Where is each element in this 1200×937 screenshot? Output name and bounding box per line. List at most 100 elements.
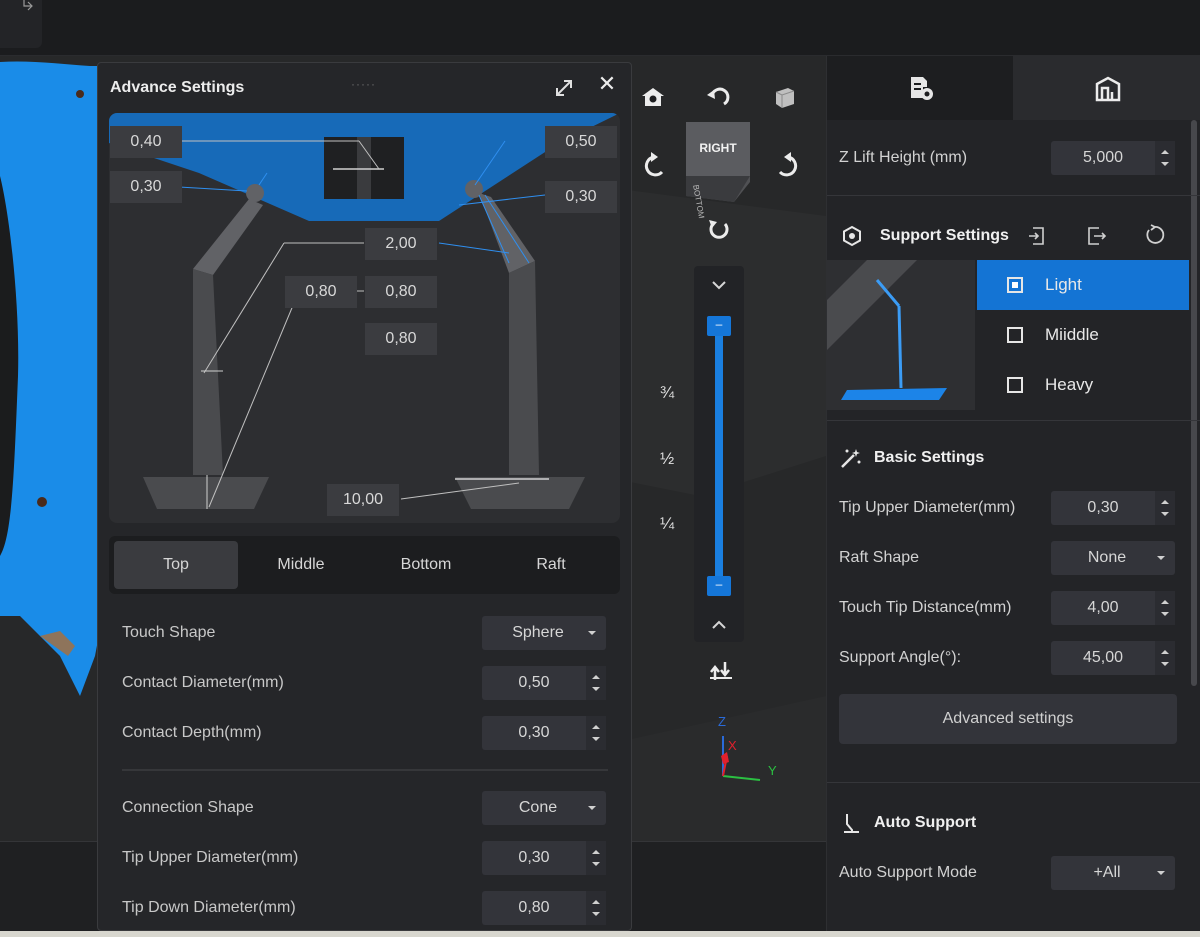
- tab-top[interactable]: Top: [114, 541, 238, 589]
- tab-file-settings[interactable]: [827, 56, 1013, 120]
- auto-support-mode-value: +All: [1093, 864, 1121, 881]
- base-value[interactable]: 10,00: [327, 484, 399, 516]
- mid-left-value[interactable]: 0,80: [285, 276, 357, 308]
- chevron-down-icon: [1157, 556, 1165, 560]
- support-angle-label: Support Angle(°):: [839, 649, 962, 666]
- support-structure-drawing: [109, 113, 620, 509]
- toolbar-corner-button[interactable]: [0, 0, 42, 48]
- rotate-right-icon[interactable]: [772, 150, 802, 180]
- import-icon[interactable]: [1025, 224, 1047, 246]
- support-angle-spinbox[interactable]: 45,00: [1051, 641, 1175, 675]
- right-settings-panel: Z Lift Height (mm) 5,000 Support Setting…: [826, 56, 1200, 931]
- middle-diameter-value[interactable]: 2,00: [365, 228, 437, 260]
- panel-title: Advance Settings: [110, 79, 245, 96]
- tab-bottom[interactable]: Bottom: [364, 541, 488, 589]
- chevron-down-icon[interactable]: [711, 280, 727, 290]
- contact-depth-value[interactable]: 0,30: [482, 716, 586, 750]
- contact-right-value[interactable]: 0,30: [545, 181, 617, 213]
- slider-top-handle[interactable]: –: [707, 316, 731, 336]
- contact-diameter-spinbox[interactable]: 0,50: [482, 666, 606, 700]
- checkbox-icon: [1007, 327, 1023, 343]
- layer-slider[interactable]: – –: [694, 266, 744, 642]
- support-angle-value[interactable]: 45,00: [1051, 641, 1155, 675]
- touch-shape-label: Touch Shape: [122, 624, 216, 641]
- flip-rotate-icon[interactable]: [704, 214, 734, 244]
- advance-settings-panel: Advance Settings ····· ✕ 0,40 0,30 0,50 …: [97, 62, 632, 931]
- connection-shape-label: Connection Shape: [122, 799, 254, 816]
- layer-height-icon[interactable]: [706, 656, 736, 686]
- cube-view-icon[interactable]: [770, 82, 800, 112]
- slider-bottom-handle[interactable]: –: [707, 576, 731, 596]
- tip-down-diameter-value[interactable]: 0,80: [482, 891, 586, 925]
- drag-handle[interactable]: ·····: [351, 77, 376, 91]
- stepper-arrows-icon[interactable]: [1155, 641, 1175, 675]
- connection-shape-dropdown[interactable]: Cone: [482, 791, 606, 825]
- view-cube[interactable]: RIGHT BOTTOM: [686, 122, 756, 219]
- tab-raft[interactable]: Raft: [489, 541, 613, 589]
- tip-upper-diameter-spinbox[interactable]: 0,30: [482, 841, 606, 875]
- auto-support-mode-dropdown[interactable]: +All: [1051, 856, 1175, 890]
- preset-middle[interactable]: Miiddle: [977, 310, 1189, 360]
- support-structure-icon: [1095, 76, 1121, 102]
- axis-z-label: Z: [718, 714, 726, 729]
- lower-diameter-value[interactable]: 0,80: [365, 323, 437, 355]
- stepper-arrows-icon[interactable]: [1155, 141, 1175, 175]
- tip-upper-diameter-label: Tip Upper Diameter(mm): [839, 499, 1016, 516]
- checkbox-icon: [1007, 377, 1023, 393]
- tip-upper-diameter-spinbox[interactable]: 0,30: [1051, 491, 1175, 525]
- slider-track[interactable]: [715, 326, 723, 588]
- preset-label: Light: [1045, 275, 1082, 294]
- touch-tip-distance-label: Touch Tip Distance(mm): [839, 599, 1012, 616]
- magic-wand-icon: [841, 449, 861, 468]
- stepper-arrows-icon[interactable]: [586, 891, 606, 925]
- home-view-icon[interactable]: [638, 82, 668, 112]
- undo-view-icon[interactable]: [704, 82, 734, 112]
- tip-upper-diameter-value[interactable]: 0,30: [1051, 491, 1155, 525]
- tip-upper-diameter-value[interactable]: 0,30: [482, 841, 586, 875]
- raft-shape-label: Raft Shape: [839, 549, 920, 566]
- stepper-arrows-icon[interactable]: [1155, 591, 1175, 625]
- divider: [122, 769, 608, 771]
- preset-label: Heavy: [1045, 375, 1094, 394]
- chevron-down-icon: [1157, 871, 1165, 875]
- tab-middle[interactable]: Middle: [239, 541, 363, 589]
- touch-shape-dropdown[interactable]: Sphere: [482, 616, 606, 650]
- tip-left-value[interactable]: 0,40: [110, 126, 182, 158]
- preset-heavy[interactable]: Heavy: [977, 360, 1189, 410]
- z-lift-value[interactable]: 5,000: [1051, 141, 1155, 175]
- expand-icon[interactable]: [553, 77, 575, 99]
- contact-depth-spinbox[interactable]: 0,30: [482, 716, 606, 750]
- stepper-arrows-icon[interactable]: [1155, 491, 1175, 525]
- support-preview-thumbnail: [827, 260, 975, 410]
- fraction-three-quarters: ¾: [660, 383, 675, 402]
- stepper-arrows-icon[interactable]: [586, 841, 606, 875]
- z-lift-spinbox[interactable]: 5,000: [1051, 141, 1175, 175]
- chevron-up-icon[interactable]: [711, 620, 727, 630]
- advanced-settings-button[interactable]: Advanced settings: [839, 694, 1177, 744]
- scrollbar[interactable]: [1191, 120, 1197, 686]
- raft-shape-dropdown[interactable]: None: [1051, 541, 1175, 575]
- axis-x-label: X: [728, 738, 737, 753]
- tip-upper-diameter-label: Tip Upper Diameter(mm): [122, 849, 299, 866]
- auto-support-icon: [844, 814, 859, 833]
- mid-right-value[interactable]: 0,80: [365, 276, 437, 308]
- divider: [827, 420, 1200, 421]
- tip-down-diameter-spinbox[interactable]: 0,80: [482, 891, 606, 925]
- chevron-down-icon: [588, 806, 596, 810]
- contact-depth-label: Contact Depth(mm): [122, 724, 262, 741]
- touch-tip-distance-spinbox[interactable]: 4,00: [1051, 591, 1175, 625]
- preset-light[interactable]: Light: [977, 260, 1189, 310]
- rotate-left-icon[interactable]: [640, 150, 670, 180]
- reset-icon[interactable]: [1143, 224, 1165, 246]
- touch-tip-distance-value[interactable]: 4,00: [1051, 591, 1155, 625]
- stepper-arrows-icon[interactable]: [586, 666, 606, 700]
- stepper-arrows-icon[interactable]: [586, 716, 606, 750]
- tab-support[interactable]: [1013, 56, 1200, 120]
- tip-right-value[interactable]: 0,50: [545, 126, 617, 158]
- close-icon[interactable]: ✕: [596, 73, 618, 95]
- resize-icon: [23, 0, 33, 11]
- export-icon[interactable]: [1085, 224, 1107, 246]
- contact-left-value[interactable]: 0,30: [110, 171, 182, 203]
- contact-diameter-value[interactable]: 0,50: [482, 666, 586, 700]
- fraction-half: ½: [660, 449, 675, 468]
